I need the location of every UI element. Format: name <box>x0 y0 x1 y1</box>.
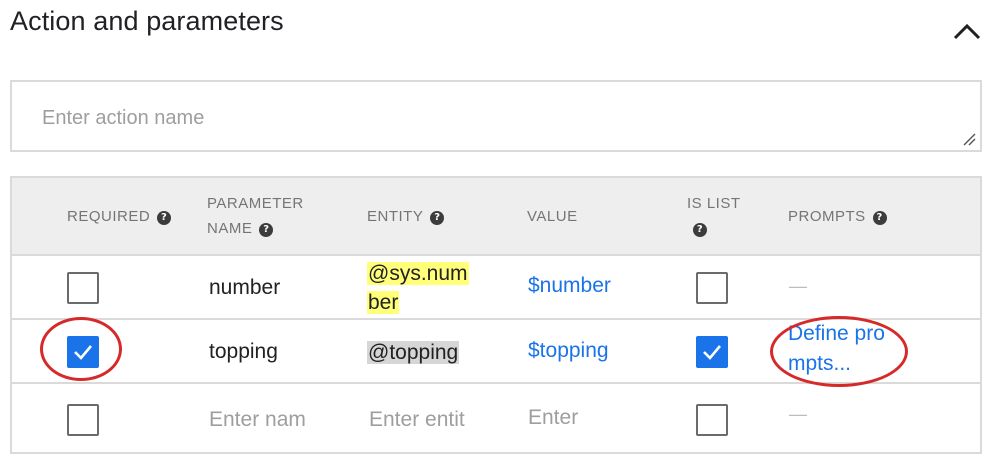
header-is-list: IS LIST ? <box>687 191 741 241</box>
header-required: REQUIRED? <box>67 204 172 229</box>
help-icon[interactable]: ? <box>693 223 707 237</box>
value-input[interactable]: Enter <box>528 406 578 430</box>
help-icon[interactable]: ? <box>430 211 445 225</box>
table-row: Enter nam Enter entit Enter — <box>12 384 980 448</box>
header-parameter-name-line1: PARAMETER <box>207 195 304 212</box>
header-parameter-name-line2: NAME <box>207 220 253 237</box>
value-link[interactable]: $topping <box>528 339 609 363</box>
prompts-line: Define pro <box>788 322 885 345</box>
action-name-box <box>10 80 982 152</box>
help-icon[interactable]: ? <box>157 211 172 225</box>
required-checkbox[interactable] <box>67 336 99 368</box>
is-list-checkbox[interactable] <box>696 404 728 436</box>
checkmark-icon <box>74 345 92 360</box>
header-is-list-label: IS LIST <box>687 195 741 212</box>
entity-value[interactable]: @topping <box>367 338 460 367</box>
is-list-checkbox[interactable] <box>696 272 728 304</box>
parameter-name[interactable]: number <box>209 276 280 300</box>
is-list-checkbox[interactable] <box>696 336 728 368</box>
checkmark-icon <box>703 345 721 360</box>
header-parameter-name: PARAMETER NAME? <box>207 191 304 241</box>
define-prompts-link[interactable]: Define pro mpts... <box>788 319 888 379</box>
prompts-empty: — <box>789 404 807 424</box>
header-value: VALUE <box>527 208 578 225</box>
section-title: Action and parameters <box>10 6 284 36</box>
chevron-up-icon <box>953 23 981 40</box>
entity-line: @topping <box>367 341 460 364</box>
table-row: topping @topping $topping Define pro mpt… <box>12 320 980 384</box>
parameters-table: REQUIRED? PARAMETER NAME? ENTITY? VALUE … <box>10 176 982 454</box>
entity-value[interactable]: @sys.num ber <box>367 259 469 317</box>
header-entity-label: ENTITY <box>367 208 424 225</box>
action-name-input[interactable] <box>42 104 922 132</box>
help-icon[interactable]: ? <box>872 211 887 225</box>
prompts-line: mpts... <box>788 352 852 375</box>
collapse-button[interactable] <box>950 18 984 44</box>
prompts-empty: — <box>789 276 807 296</box>
resize-handle-icon[interactable] <box>962 132 976 146</box>
header-prompts: PROMPTS? <box>788 204 887 229</box>
required-checkbox[interactable] <box>67 272 99 304</box>
help-icon[interactable]: ? <box>259 223 274 237</box>
entity-input[interactable]: Enter entit <box>369 408 465 432</box>
header-prompts-label: PROMPTS <box>788 208 866 225</box>
required-checkbox[interactable] <box>67 404 99 436</box>
table-header: REQUIRED? PARAMETER NAME? ENTITY? VALUE … <box>12 178 980 256</box>
parameter-name-input[interactable]: Enter nam <box>209 408 306 432</box>
value-link[interactable]: $number <box>528 274 611 298</box>
entity-line: @sys.num <box>367 262 469 285</box>
header-entity: ENTITY? <box>367 204 445 229</box>
parameter-name[interactable]: topping <box>209 340 278 364</box>
entity-line: ber <box>367 291 400 314</box>
table-row: number @sys.num ber $number — <box>12 256 980 320</box>
header-required-label: REQUIRED <box>67 208 151 225</box>
